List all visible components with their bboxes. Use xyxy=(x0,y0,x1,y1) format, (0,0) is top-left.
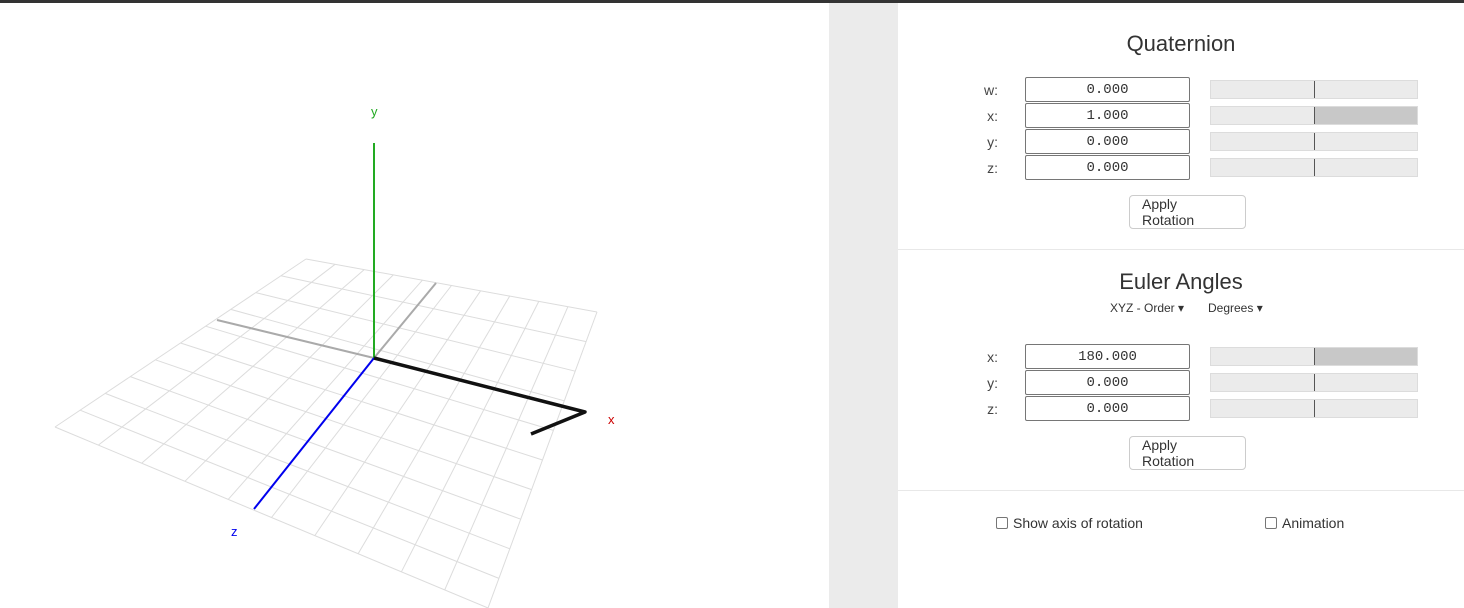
quaternion-slider-y[interactable] xyxy=(1210,132,1418,151)
quaternion-apply-button[interactable]: Apply Rotation xyxy=(1129,195,1246,229)
euler-input-x[interactable]: 180.000 xyxy=(1025,344,1190,369)
animation-checkbox[interactable] xyxy=(1265,517,1277,529)
grid-line xyxy=(79,409,500,579)
show-axis-option[interactable]: Show axis of rotation xyxy=(996,515,1143,531)
rotated-object xyxy=(373,356,587,436)
grid xyxy=(54,258,598,608)
control-panel: Quaternion w: 0.000 x: 1.000 y: 0.000 z:… xyxy=(898,3,1464,608)
quaternion-slider-x[interactable] xyxy=(1210,106,1418,125)
euler-order-select[interactable]: XYZ - Order ▾ xyxy=(1110,301,1184,315)
quaternion-title: Quaternion xyxy=(1126,31,1236,56)
euler-label-y: y: xyxy=(987,375,998,391)
euler-input-y[interactable]: 0.000 xyxy=(1025,370,1190,395)
euler-label-x: x: xyxy=(987,349,998,365)
x-axis-label: x xyxy=(608,412,615,427)
euler-label-z: z: xyxy=(987,401,998,417)
grid-line xyxy=(54,426,489,608)
euler-slider-z[interactable] xyxy=(1210,399,1418,418)
panel-divider xyxy=(829,3,898,608)
grid-line xyxy=(357,295,511,554)
euler-title: Euler Angles xyxy=(1119,269,1243,294)
negative-z-axis xyxy=(373,282,437,359)
animation-label[interactable]: Animation xyxy=(1282,515,1344,531)
quaternion-input-z[interactable]: 0.000 xyxy=(1025,155,1190,180)
grid-line xyxy=(105,392,510,550)
euler-slider-x[interactable] xyxy=(1210,347,1418,366)
euler-unit-select[interactable]: Degrees ▾ xyxy=(1208,301,1263,315)
z-axis-line xyxy=(253,357,375,510)
quaternion-slider-w[interactable] xyxy=(1210,80,1418,99)
quaternion-label-w: w: xyxy=(984,82,998,98)
quaternion-input-y[interactable]: 0.000 xyxy=(1025,129,1190,154)
show-axis-label[interactable]: Show axis of rotation xyxy=(1013,515,1143,531)
3d-viewport[interactable]: y x z xyxy=(0,3,829,608)
grid-line xyxy=(155,359,532,491)
z-axis-label: z xyxy=(231,524,238,539)
euler-apply-button[interactable]: Apply Rotation xyxy=(1129,436,1246,470)
quaternion-label-x: x: xyxy=(987,108,998,124)
negative-x-axis xyxy=(216,319,375,359)
quaternion-label-y: y: xyxy=(987,134,998,150)
euler-slider-y[interactable] xyxy=(1210,373,1418,392)
quaternion-input-w[interactable]: 0.000 xyxy=(1025,77,1190,102)
animation-option[interactable]: Animation xyxy=(1265,515,1344,531)
scene-svg xyxy=(54,143,598,608)
grid-line xyxy=(130,376,521,520)
y-axis-label: y xyxy=(371,104,378,119)
section-divider-1 xyxy=(898,249,1464,250)
grid-line xyxy=(487,311,598,608)
show-axis-checkbox[interactable] xyxy=(996,517,1008,529)
quaternion-slider-z[interactable] xyxy=(1210,158,1418,177)
quaternion-input-x[interactable]: 1.000 xyxy=(1025,103,1190,128)
section-divider-2 xyxy=(898,490,1464,491)
quaternion-label-z: z: xyxy=(987,160,998,176)
euler-input-z[interactable]: 0.000 xyxy=(1025,396,1190,421)
